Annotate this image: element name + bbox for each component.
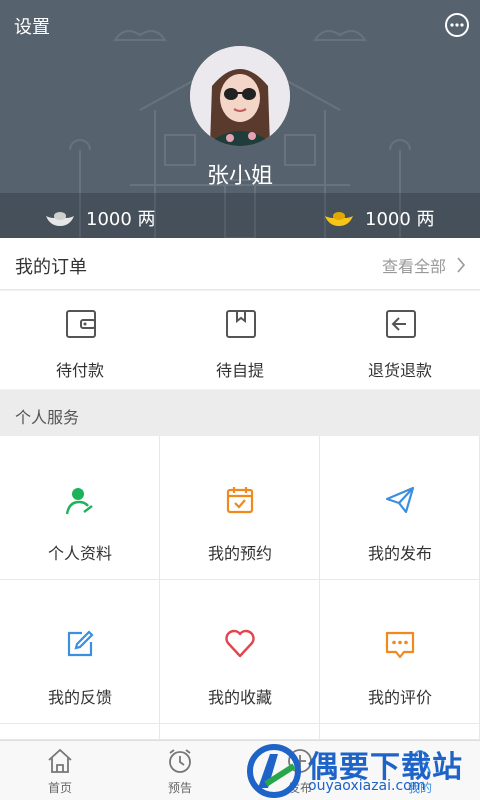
order-pending-pickup[interactable]: 待自提 bbox=[160, 291, 320, 389]
orders-title: 我的订单 bbox=[15, 257, 87, 278]
nav-preview[interactable]: 预告 bbox=[132, 741, 228, 800]
service-profile[interactable]: 个人资料 bbox=[0, 436, 160, 580]
avatar-photo bbox=[190, 46, 290, 146]
service-appointments[interactable]: 我的预约 bbox=[160, 436, 320, 580]
nav-label: 预告 bbox=[167, 781, 192, 795]
service-label: 我的收藏 bbox=[207, 688, 272, 707]
view-all-label: 查看全部 bbox=[381, 257, 446, 276]
order-item-label: 待付款 bbox=[55, 361, 104, 380]
gold-ingot-icon bbox=[325, 212, 353, 226]
alarm-clock-icon bbox=[169, 749, 191, 773]
profile-icon bbox=[65, 488, 93, 515]
grid-cell-partial bbox=[160, 724, 320, 740]
nav-label: 首页 bbox=[47, 781, 72, 795]
home-icon bbox=[48, 748, 72, 773]
gold-amount: 1000 两 bbox=[365, 209, 435, 230]
gold-balance[interactable]: 1000 两 bbox=[323, 205, 435, 231]
view-all-orders-link[interactable]: 查看全部 bbox=[382, 253, 466, 277]
service-label: 我的评价 bbox=[367, 688, 432, 707]
service-label: 我的预约 bbox=[207, 544, 272, 563]
orders-header: 我的订单 查看全部 bbox=[0, 238, 480, 290]
silver-amount: 1000 两 bbox=[86, 209, 156, 230]
username: 张小姐 bbox=[206, 164, 273, 189]
order-status-row: 待付款 待自提 退货退款 bbox=[0, 291, 480, 389]
currency-bar: 1000 两 1000 两 bbox=[0, 193, 480, 238]
wallet-icon bbox=[66, 310, 96, 338]
nav-home[interactable]: 首页 bbox=[12, 741, 108, 800]
watermark-logo-icon bbox=[247, 744, 301, 798]
watermark-url: ouyaoxiazai.com bbox=[308, 778, 426, 794]
service-label: 我的反馈 bbox=[47, 688, 112, 707]
service-reviews[interactable]: 我的评价 bbox=[320, 580, 480, 724]
grid-cell-partial bbox=[0, 724, 160, 740]
watermark: 偶要下载站 ouyaoxiazai.com bbox=[240, 740, 480, 800]
order-item-label: 退货退款 bbox=[367, 361, 432, 380]
order-item-label: 待自提 bbox=[215, 361, 264, 380]
silver-ingot-icon bbox=[46, 212, 74, 226]
pickup-box-icon bbox=[226, 310, 256, 338]
calendar-check-icon bbox=[226, 487, 254, 514]
order-return-refund[interactable]: 退货退款 bbox=[320, 291, 480, 389]
avatar[interactable] bbox=[190, 46, 290, 146]
service-label: 个人资料 bbox=[47, 544, 112, 563]
paper-plane-icon bbox=[385, 486, 415, 514]
service-label: 我的发布 bbox=[367, 544, 432, 563]
comment-icon bbox=[385, 631, 415, 659]
services-section-header: 个人服务 bbox=[0, 390, 480, 436]
profile-header: 设置 张小姐 1000 两 1000 两 bbox=[0, 0, 480, 238]
edit-icon bbox=[67, 630, 94, 657]
heart-icon bbox=[225, 629, 255, 658]
order-pending-payment[interactable]: 待付款 bbox=[0, 291, 160, 389]
services-grid: 个人资料 我的预约 我的发布 我的反馈 我的收藏 我的评价 bbox=[0, 436, 480, 740]
grid-cell-partial bbox=[320, 724, 480, 740]
service-feedback[interactable]: 我的反馈 bbox=[0, 580, 160, 724]
settings-link[interactable]: 设置 bbox=[14, 13, 50, 39]
service-publications[interactable]: 我的发布 bbox=[320, 436, 480, 580]
chevron-right-icon bbox=[457, 257, 466, 273]
return-icon bbox=[386, 310, 416, 338]
silver-balance[interactable]: 1000 两 bbox=[44, 205, 156, 231]
service-favorites[interactable]: 我的收藏 bbox=[160, 580, 320, 724]
services-title: 个人服务 bbox=[15, 408, 80, 427]
chat-icon[interactable] bbox=[444, 12, 470, 38]
